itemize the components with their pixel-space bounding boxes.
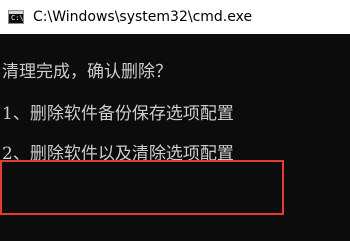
cmd-icon-prompt: C:\: [11, 14, 24, 22]
cmd-icon: C:\: [8, 10, 24, 24]
window-title: C:\Windows\system32\cmd.exe: [33, 9, 253, 25]
console-line-question: 清理完成，确认删除？: [2, 62, 172, 82]
window-titlebar[interactable]: C:\ C:\Windows\system32\cmd.exe: [0, 0, 350, 34]
console-line-option-1: 1、删除软件备份保存选项配置: [2, 104, 234, 124]
highlight-box: [0, 160, 284, 215]
